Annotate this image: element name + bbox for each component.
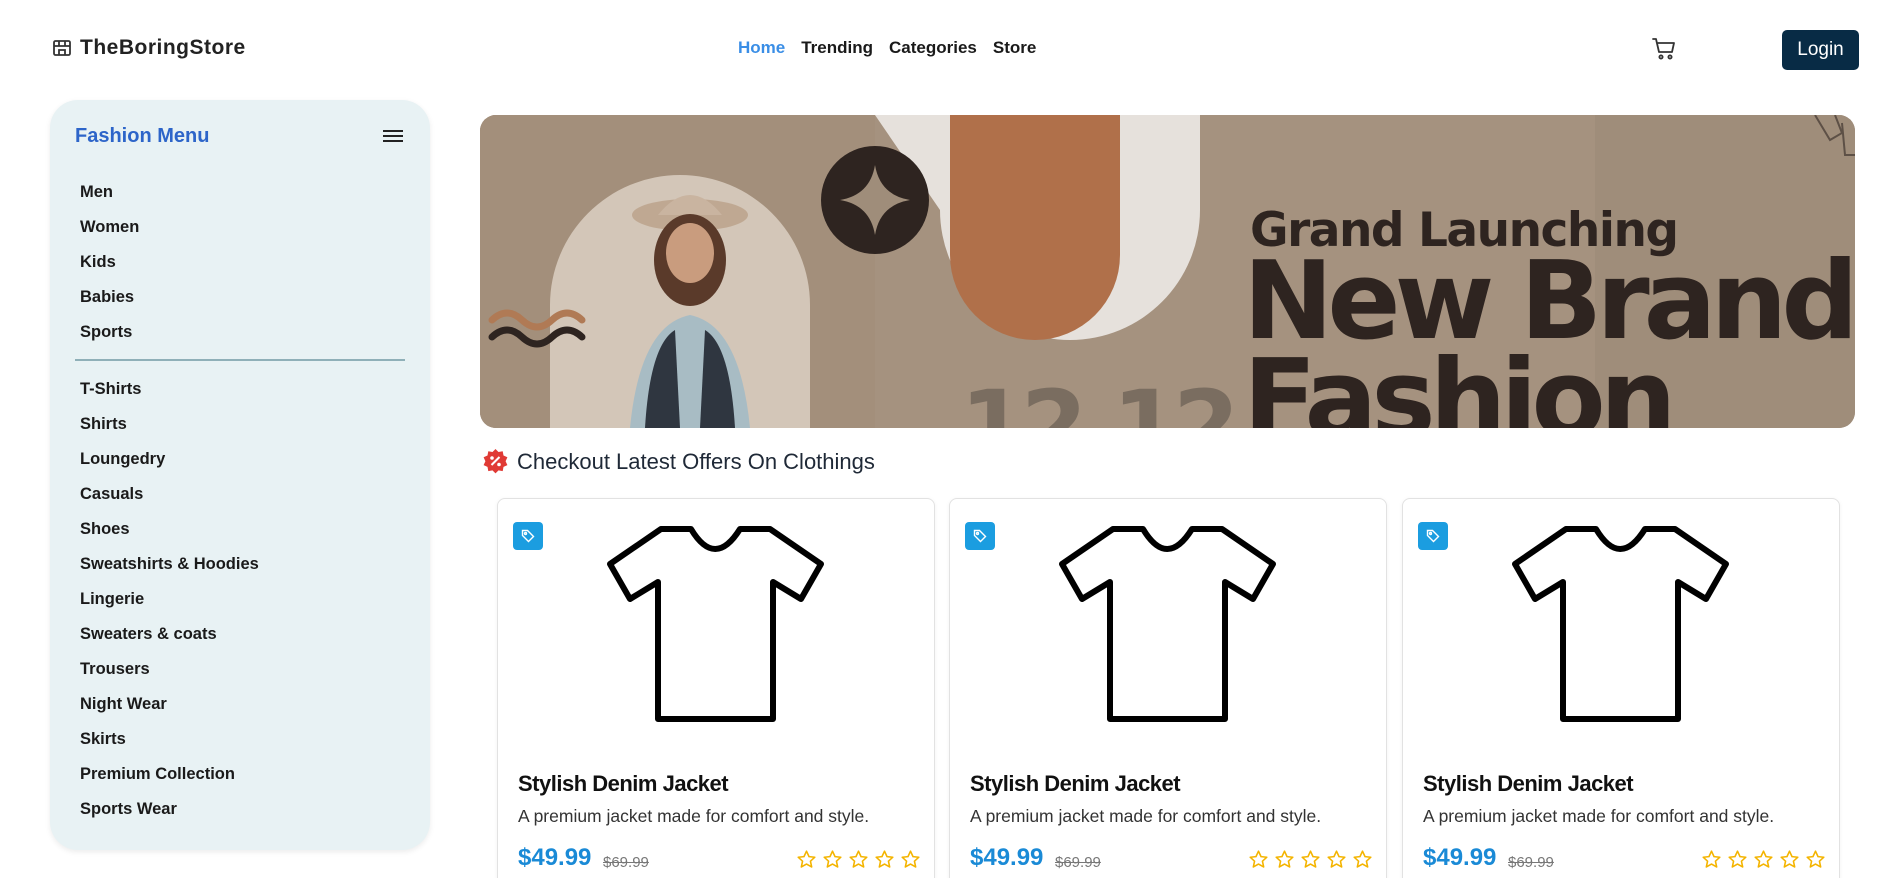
rating-stars[interactable] [1248,849,1373,870]
product-price: $49.99 [1423,844,1497,871]
offers-title: Checkout Latest Offers On Clothings [517,448,875,474]
star-icon[interactable] [1352,849,1373,870]
product-description: A premium jacket made for comfort and st… [1423,806,1775,826]
sidebar-item-shirts[interactable]: Shirts [80,407,259,442]
sidebar-item-sports-wear[interactable]: Sports Wear [80,792,259,827]
sidebar-item-sweatshirts-hoodies[interactable]: Sweatshirts & Hoodies [80,547,259,582]
product-card[interactable]: Stylish Denim Jacket A premium jacket ma… [949,498,1387,878]
nav-store[interactable]: Store [993,38,1036,58]
star-icon[interactable] [848,849,869,870]
product-title: Stylish Denim Jacket [518,771,729,796]
star-icon[interactable] [1727,849,1748,870]
sidebar-item-men[interactable]: Men [80,175,139,210]
sidebar-item-sweaters-coats[interactable]: Sweaters & coats [80,617,259,652]
sidebar-item-women[interactable]: Women [80,210,139,245]
sidebar-item-skirts[interactable]: Skirts [80,722,259,757]
offers-heading: Checkout Latest Offers On Clothings [482,448,875,475]
star-icon[interactable] [1326,849,1347,870]
hamburger-icon[interactable] [382,127,404,145]
star-icon[interactable] [874,849,895,870]
main-nav: Home Trending Categories Store [738,38,1036,58]
tag-badge [1418,522,1448,550]
star-icon[interactable] [1701,849,1722,870]
sidebar-item-trousers[interactable]: Trousers [80,652,259,687]
nav-trending[interactable]: Trending [801,38,873,58]
star-icon[interactable] [1805,849,1826,870]
sidebar-group-categories: T-Shirts Shirts Loungedry Casuals Shoes … [80,372,259,827]
product-title: Stylish Denim Jacket [970,771,1181,796]
brand[interactable]: TheBoringStore [52,36,246,60]
star-icon[interactable] [1753,849,1774,870]
tshirt-icon [1512,526,1729,722]
tshirt-icon [607,526,824,722]
nav-categories[interactable]: Categories [889,38,977,58]
tshirt-icon [1059,526,1276,722]
product-title: Stylish Denim Jacket [1423,771,1634,796]
login-button[interactable]: Login [1782,30,1859,70]
brand-name: TheBoringStore [80,36,246,59]
star-icon[interactable] [1779,849,1800,870]
banner-headline-large-2: Fashion [1243,337,1677,429]
rating-stars[interactable] [1701,849,1826,870]
product-card[interactable]: Stylish Denim Jacket A premium jacket ma… [1402,498,1840,878]
tag-icon [521,529,535,543]
star-icon[interactable] [900,849,921,870]
tag-badge [965,522,995,550]
product-old-price: $69.99 [603,854,649,871]
sidebar-item-kids[interactable]: Kids [80,245,139,280]
sidebar-item-shoes[interactable]: Shoes [80,512,259,547]
discount-badge-icon [483,449,508,474]
product-old-price: $69.99 [1055,854,1101,871]
sidebar-item-premium-collection[interactable]: Premium Collection [80,757,259,792]
tag-icon [973,529,987,543]
product-description: A premium jacket made for comfort and st… [518,806,870,826]
tag-icon [1426,529,1440,543]
sidebar-item-tshirts[interactable]: T-Shirts [80,372,259,407]
sidebar-item-lingerie[interactable]: Lingerie [80,582,259,617]
product-old-price: $69.99 [1508,854,1554,871]
product-card[interactable]: Stylish Denim Jacket A premium jacket ma… [497,498,935,878]
store-icon [53,40,71,56]
star-icon[interactable] [822,849,843,870]
top-navbar: TheBoringStore Home Trending Categories … [0,0,1898,100]
sidebar-item-sports[interactable]: Sports [80,315,139,350]
sidebar-item-loungedry[interactable]: Loungedry [80,442,259,477]
promo-banner[interactable]: 12.12 Grand Launching New Brand Fashion [480,115,1855,428]
product-description: A premium jacket made for comfort and st… [970,806,1322,826]
sidebar-item-casuals[interactable]: Casuals [80,477,259,512]
banner-date: 12.12 [960,370,1240,428]
product-price: $49.99 [970,844,1044,871]
star-icon[interactable] [1248,849,1269,870]
sidebar-item-night-wear[interactable]: Night Wear [80,687,259,722]
sidebar-item-babies[interactable]: Babies [80,280,139,315]
product-price: $49.99 [518,844,592,871]
cart-icon[interactable] [1651,36,1677,62]
nav-home[interactable]: Home [738,38,785,58]
fashion-sidebar: Fashion Menu Men Women Kids Babies Sport… [50,100,430,850]
sidebar-title: Fashion Menu [75,125,210,147]
star-icon[interactable] [1300,849,1321,870]
sidebar-divider [75,359,405,361]
star-icon[interactable] [1274,849,1295,870]
star-icon[interactable] [796,849,817,870]
rating-stars[interactable] [796,849,921,870]
tag-badge [513,522,543,550]
sidebar-group-primary: Men Women Kids Babies Sports [80,175,139,350]
